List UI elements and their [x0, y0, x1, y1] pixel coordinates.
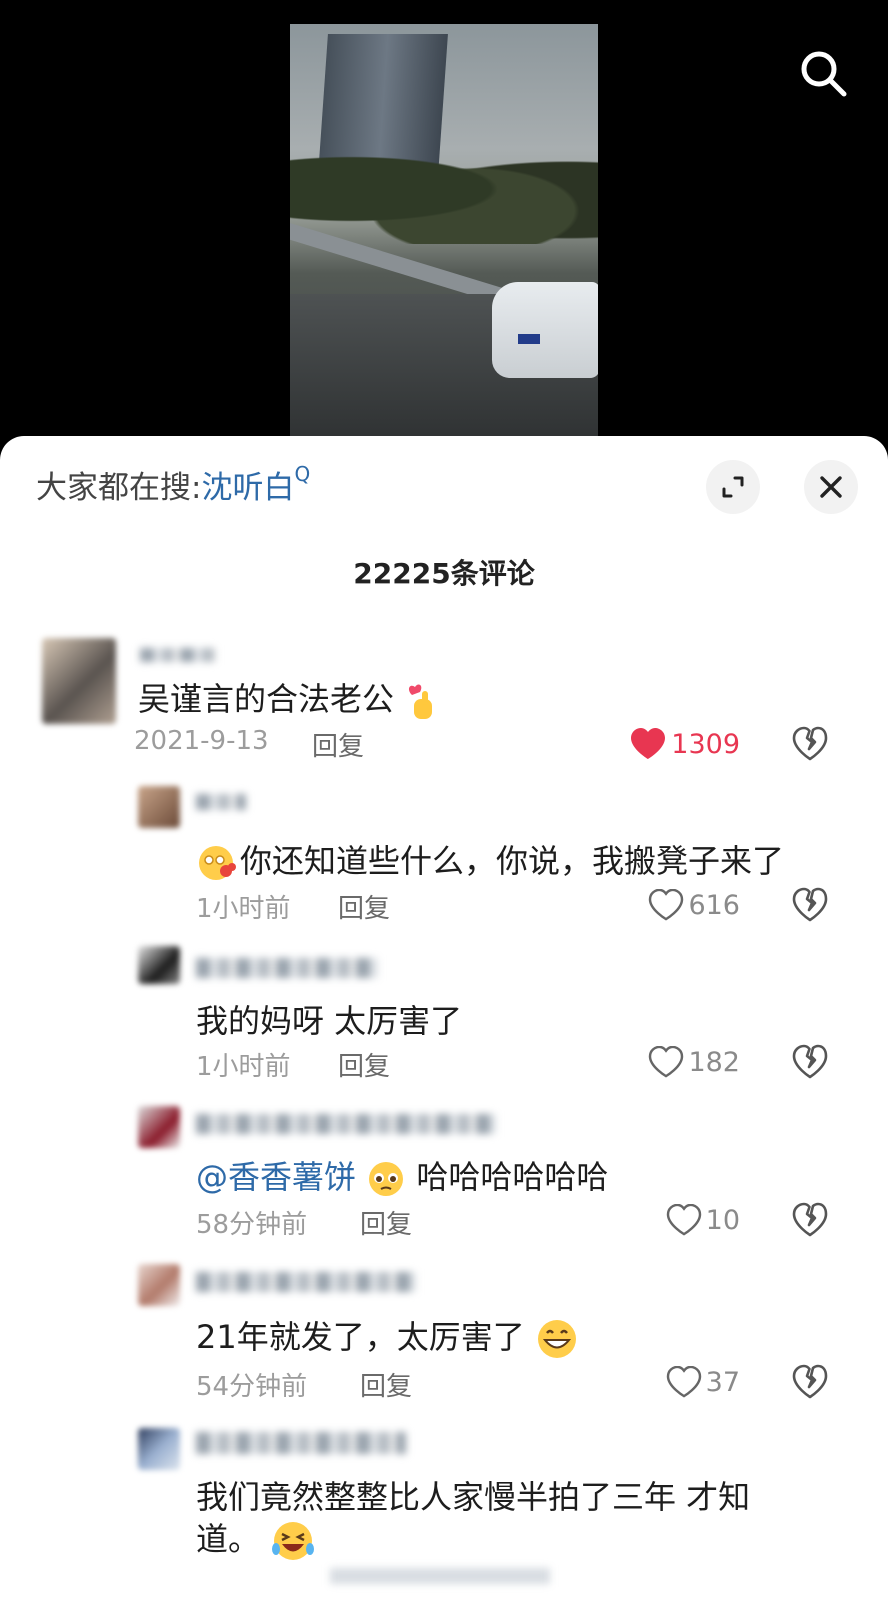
- blushing-emoji: [199, 846, 236, 880]
- like-count: 182: [688, 1046, 740, 1078]
- reply-text: 你还知道些什么，你说，我搬凳子来了: [196, 836, 784, 883]
- avatar[interactable]: [42, 638, 116, 724]
- dislike-icon[interactable]: [790, 724, 830, 764]
- hot-search-prefix: 大家都在搜:: [36, 470, 202, 506]
- like-count: 1309: [671, 728, 740, 760]
- video-player[interactable]: [0, 0, 888, 440]
- username-blurred[interactable]: [140, 648, 216, 662]
- reply-time: 1小时前: [196, 1052, 291, 1082]
- like-count: 37: [705, 1366, 740, 1398]
- like-button[interactable]: 1309: [600, 724, 740, 764]
- username-blurred[interactable]: [196, 794, 246, 810]
- hot-search-bar[interactable]: 大家都在搜:沈听白Q: [36, 462, 310, 507]
- reply-time: 1小时前: [196, 894, 291, 924]
- reply-button[interactable]: 回复: [338, 1046, 390, 1083]
- reply-text-line2: 道。: [196, 1514, 316, 1563]
- reply-text: 我的妈呀 太厉害了: [196, 1002, 463, 1040]
- reply-time: 58分钟前: [196, 1210, 308, 1240]
- heart-icon: [666, 1204, 701, 1236]
- username-blurred[interactable]: [196, 1114, 496, 1134]
- video-frame: [290, 24, 598, 440]
- comment-count: 22225条评论: [353, 557, 535, 590]
- close-button[interactable]: [804, 460, 858, 514]
- heart-icon: [666, 1366, 701, 1398]
- finger-heart-emoji: [409, 684, 433, 719]
- like-count: 10: [705, 1204, 740, 1236]
- reply-button[interactable]: 回复: [312, 726, 364, 763]
- heart-icon: [649, 889, 684, 921]
- username-blurred[interactable]: [196, 1272, 416, 1292]
- dislike-icon[interactable]: [790, 1200, 830, 1240]
- search-icon[interactable]: [798, 48, 848, 98]
- like-button[interactable]: 10: [610, 1200, 740, 1240]
- avatar[interactable]: [138, 1106, 180, 1148]
- comment-time: 2021-9-13: [134, 726, 269, 756]
- heart-icon: [649, 1046, 684, 1078]
- like-button[interactable]: 37: [610, 1362, 740, 1402]
- dislike-icon[interactable]: [790, 885, 830, 925]
- username-blurred[interactable]: [196, 1432, 406, 1454]
- hot-search-keyword[interactable]: 沈听白: [201, 470, 294, 506]
- grinning-emoji: [537, 1320, 576, 1358]
- pleading-emoji: [369, 1162, 404, 1196]
- reply-text-line1: 我们竟然整整比人家慢半拍了三年 才知: [196, 1478, 751, 1516]
- avatar[interactable]: [138, 1264, 180, 1306]
- avatar[interactable]: [138, 1428, 180, 1470]
- mention-link[interactable]: @香香薯饼: [196, 1158, 356, 1196]
- reply-button[interactable]: 回复: [360, 1366, 412, 1403]
- like-count: 616: [688, 889, 740, 921]
- expand-button[interactable]: [706, 460, 760, 514]
- like-button[interactable]: 182: [610, 1042, 740, 1082]
- close-icon: [820, 476, 842, 498]
- dislike-icon[interactable]: [790, 1042, 830, 1082]
- reply-text: 21年就发了，太厉害了: [196, 1312, 579, 1361]
- reply-button[interactable]: 回复: [360, 1204, 412, 1241]
- blurred-overlay: [330, 1568, 550, 1584]
- hot-search-glyph: Q: [294, 462, 311, 486]
- username-blurred[interactable]: [196, 958, 378, 978]
- reply-text: @香香薯饼 哈哈哈哈哈哈: [196, 1152, 608, 1199]
- reply-time: 54分钟前: [196, 1372, 308, 1402]
- dislike-icon[interactable]: [790, 1362, 830, 1402]
- heart-icon: [631, 728, 666, 759]
- video-trees: [290, 134, 598, 244]
- laughing-emoji: [272, 1522, 315, 1560]
- comment-text: 吴谨言的合法老公: [138, 674, 438, 721]
- reply-button[interactable]: 回复: [338, 888, 390, 925]
- like-button[interactable]: 616: [610, 885, 740, 925]
- video-car: [492, 282, 598, 378]
- expand-icon: [722, 476, 744, 498]
- avatar[interactable]: [138, 786, 180, 828]
- avatar[interactable]: [138, 946, 180, 984]
